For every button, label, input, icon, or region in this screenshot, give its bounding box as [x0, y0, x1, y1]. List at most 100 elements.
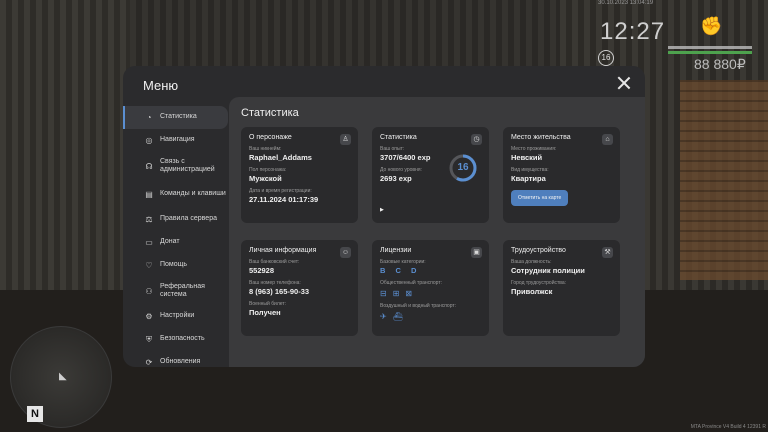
sidebar-item-label: Помощь [160, 261, 188, 269]
card-statistics: Статистика ◷ Ваш опыт: 3707/6400 exp До … [372, 127, 489, 223]
work-city-value: Приволжск [511, 287, 553, 296]
gender-label: Пол персонажа: [249, 167, 287, 173]
sidebar-item-help[interactable]: ♡ Помощь [123, 254, 228, 277]
house-icon: ⌂ [602, 134, 613, 145]
heart-hand-icon: ♡ [145, 261, 153, 270]
card-title: Статистика [380, 134, 417, 141]
mark-on-map-button[interactable]: Отметить на карте [511, 190, 569, 206]
page-title: Статистика [241, 107, 299, 119]
card-employment: Трудоустройство ⚒ Ваша должность: Сотруд… [503, 240, 620, 336]
face-icon: ☺ [340, 247, 351, 258]
card-licenses: Лицензии ▣ Базовые категории: B C D Обще… [372, 240, 489, 336]
sidebar-item-label: Настройки [160, 312, 195, 320]
residence-place-value: Невский [511, 153, 543, 162]
headset-icon: ☊ [145, 161, 153, 171]
basic-categories-value: B C D [380, 266, 421, 275]
sidebar-item-statistics[interactable]: ◔ Статистика [123, 106, 228, 129]
card-title: Трудоустройство [511, 247, 566, 254]
close-button[interactable] [617, 76, 631, 90]
registration-value: 27.11.2024 01:17:39 [249, 195, 319, 204]
build-version: MTA Province V4 Build 4 12391 R [690, 424, 766, 430]
phone-label: Ваш номер телефона: [249, 280, 301, 286]
sidebar-item-referral[interactable]: ⚇ Реферальная система [123, 277, 228, 305]
sidebar-item-donate[interactable]: ▭ Донат [123, 231, 228, 254]
plane-icon: ✈ [380, 312, 387, 321]
sidebar-item-settings[interactable]: ⚙ Настройки [123, 305, 228, 328]
pie-chart-icon: ◔ [146, 113, 152, 122]
sidebar-item-label: Команды и клавиши [160, 189, 226, 197]
position-label: Ваша должность: [511, 259, 552, 265]
phone-value: 8 (963) 165-90-33 [249, 287, 310, 296]
refresh-icon: ⟳ [145, 358, 153, 367]
work-city-label: Город трудоустройства: [511, 280, 567, 286]
people-icon: ⚇ [145, 286, 153, 296]
wall-left [0, 0, 130, 300]
boat-icon: ⛴ [392, 312, 403, 321]
clock-icon: ◷ [471, 134, 482, 145]
hud-level-badge: 16 [598, 50, 614, 66]
sidebar-item-label: Донат [160, 238, 180, 246]
residence-place-label: Место проживания: [511, 146, 557, 152]
nickname-label: Ваш никнейм: [249, 146, 282, 152]
sidebar-item-commands[interactable]: ▤ Команды и клавиши [123, 180, 228, 208]
fist-icon: ✊ [700, 16, 723, 36]
position-value: Сотрудник полиции [511, 266, 585, 275]
exp-label: Ваш опыт: [380, 146, 405, 152]
air-water-transport-label: Воздушный и водный транспорт: [380, 303, 457, 309]
shield-icon: ⛨ [146, 334, 152, 344]
public-transport-label: Общественный транспорт: [380, 280, 443, 286]
sidebar-item-contact-admin[interactable]: ☊ Связь с администрацией [123, 152, 228, 180]
bank-account-label: Ваш банковский счет: [249, 259, 300, 265]
military-ticket-value: Получен [249, 308, 281, 317]
sidebar: ◔ Статистика ◎ Навигация ☊ Связь с админ… [123, 106, 228, 367]
player-arrow-icon: ◣ [59, 371, 67, 382]
sidebar-item-rules[interactable]: ⚖ Правила сервера [123, 208, 228, 231]
menu-window: Меню ◔ Статистика ◎ Навигация ☊ Связь с … [123, 66, 645, 367]
sidebar-item-updates[interactable]: ⟳ Обновления [123, 351, 228, 367]
tram-icon: ⊠ [405, 289, 413, 298]
sidebar-item-label: Навигация [160, 136, 195, 144]
bank-account-value: 552928 [249, 266, 275, 275]
keyboard-icon: ▤ [145, 189, 153, 199]
card-personal-info: Личная информация ☺ Ваш банковский счет:… [241, 240, 358, 336]
sidebar-item-label: Связь с администрацией [160, 157, 215, 174]
property-type-value: Квартира [511, 174, 546, 183]
trolleybus-icon: ⊞ [392, 289, 400, 298]
sidebar-item-security[interactable]: ⛨ Безопасность [123, 328, 228, 351]
hud-health-bar [668, 51, 752, 54]
compass-icon: ◎ [145, 136, 153, 145]
wallet-icon: ▭ [145, 238, 153, 247]
air-water-transport-icons: ✈ ⛴ [380, 312, 481, 321]
public-transport-icons: ⊟ ⊞ ⊠ [380, 289, 481, 298]
hud-time: 12:27 [600, 18, 666, 45]
gender-value: Мужской [249, 174, 282, 183]
menu-title: Меню [143, 78, 179, 93]
minimap-north: N [27, 406, 43, 422]
level-number: 16 [457, 162, 469, 173]
content-panel: Статистика О персонаже ♙ Ваш никнейм: Ra… [229, 97, 645, 367]
nickname-value: Raphael_Addams [249, 153, 312, 162]
card-residence: Место жительства ⌂ Место проживания: Нев… [503, 127, 620, 223]
sidebar-item-navigation[interactable]: ◎ Навигация [123, 129, 228, 152]
hud-armor-bar [668, 46, 752, 49]
sidebar-item-label: Правила сервера [160, 215, 217, 223]
hud-money: 88 880₽ [694, 56, 746, 72]
hud-date: 30.10.2023 13:04:19 [598, 0, 654, 6]
wall-top [130, 0, 560, 70]
hammer-icon: ⚒ [602, 247, 613, 258]
military-ticket-label: Военный билет: [249, 301, 287, 307]
basic-categories-label: Базовые категории: [380, 259, 426, 265]
id-card-icon: ▣ [471, 247, 482, 258]
card-title: Место жительства [511, 134, 571, 141]
sidebar-item-label: Реферальная система [160, 282, 205, 299]
sidebar-item-label: Безопасность [160, 335, 205, 343]
user-icon: ♙ [340, 134, 351, 145]
registration-label: Дата и время регистрации: [249, 188, 312, 194]
scales-icon: ⚖ [145, 215, 153, 224]
bus-icon: ⊟ [380, 289, 387, 298]
property-type-label: Вид имущества: [511, 167, 549, 173]
card-title: Личная информация [249, 247, 317, 254]
minimap: ◣ [10, 326, 112, 428]
sidebar-item-label: Обновления [160, 358, 201, 366]
sidebar-item-label: Статистика [160, 113, 197, 121]
